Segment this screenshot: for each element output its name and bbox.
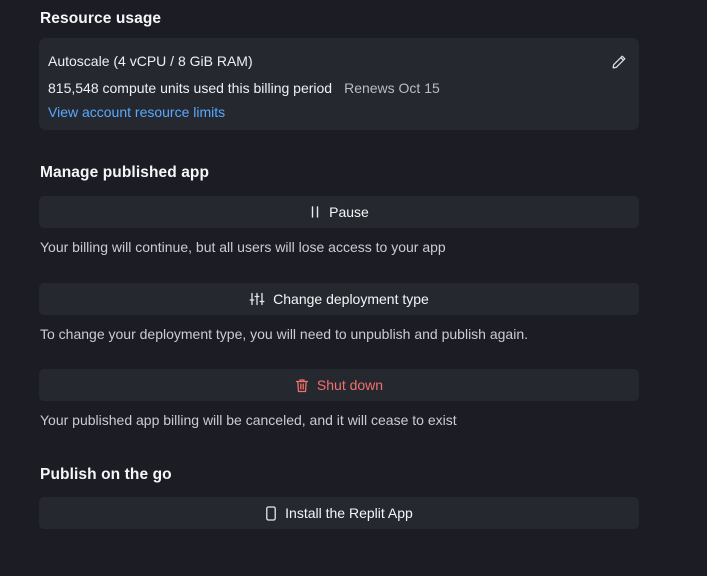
resource-usage-heading: Resource usage [40,10,162,27]
deployment-settings-panel: Resource usage Autoscale (4 vCPU / 8 GiB… [0,0,707,576]
change-deployment-type-description: To change your deployment type, you will… [40,326,528,342]
compute-usage-text: 815,548 compute units used this billing … [48,80,333,96]
pause-description: Your billing will continue, but all user… [40,239,446,255]
shut-down-button[interactable]: Shut down [39,369,639,401]
view-resource-limits-link[interactable]: View account resource limits [48,104,225,120]
resource-usage-card: Autoscale (4 vCPU / 8 GiB RAM) 815,548 c… [39,38,639,130]
usage-line: 815,548 compute units used this billing … [48,80,440,96]
pause-icon [309,205,321,219]
install-replit-app-button[interactable]: Install the Replit App [39,497,639,529]
edit-plan-button[interactable] [609,52,629,72]
publish-on-the-go-heading: Publish on the go [40,466,172,483]
renewal-date-text: Renews Oct 15 [344,80,440,96]
trash-icon [295,378,309,393]
shut-down-description: Your published app billing will be cance… [40,412,457,428]
change-deployment-type-label: Change deployment type [273,291,429,307]
shut-down-label: Shut down [316,377,384,393]
change-deployment-type-button[interactable]: Change deployment type [39,283,639,315]
install-replit-app-label: Install the Replit App [285,505,413,521]
pencil-icon [611,54,627,70]
phone-icon [265,505,277,521]
sliders-icon [249,292,265,306]
pause-button[interactable]: Pause [39,196,639,228]
plan-text: Autoscale (4 vCPU / 8 GiB RAM) [48,53,253,69]
pause-label: Pause [329,204,369,220]
manage-app-heading: Manage published app [40,164,210,181]
